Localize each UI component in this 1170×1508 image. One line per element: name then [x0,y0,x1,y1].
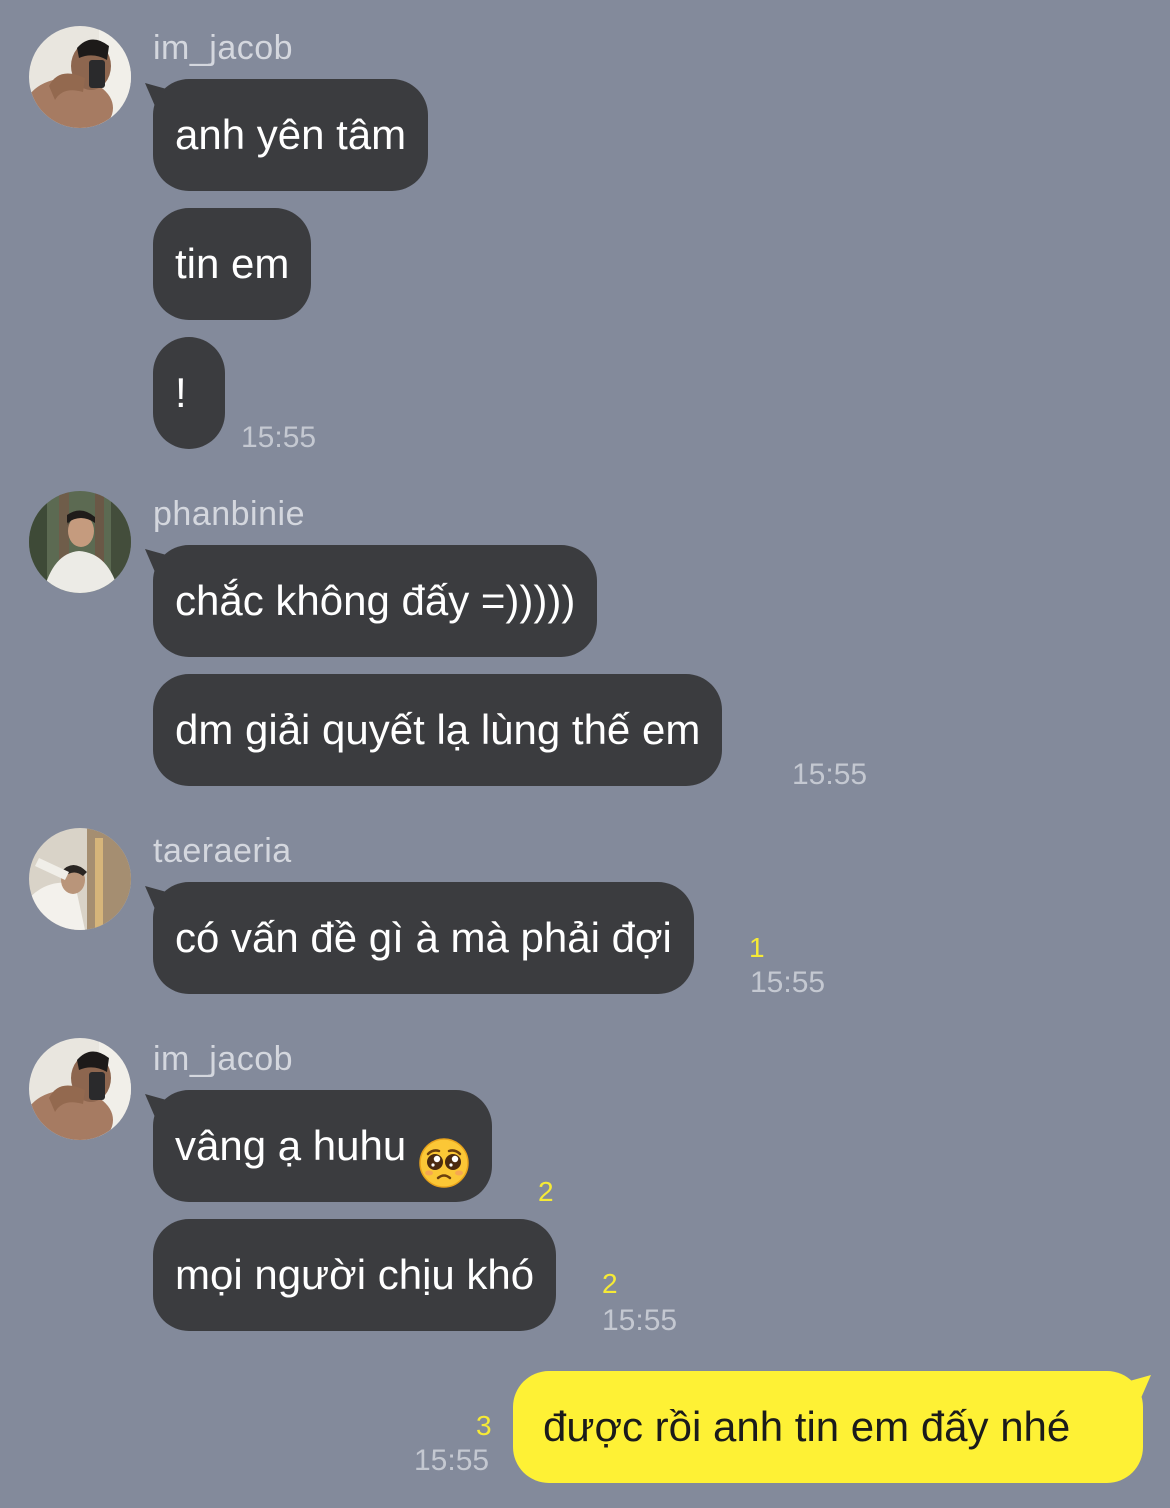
message-timestamp: 15:55 [602,1304,678,1337]
sender-name: im_jacob [153,29,294,67]
unread-count: 1 [749,932,765,963]
outgoing-message-bubble[interactable]: được rồi anh tin em đấy nhé [513,1371,1143,1483]
unread-count: 2 [538,1176,554,1207]
message-bubble[interactable]: dm giải quyết lạ lùng thế em [153,674,723,786]
message-bubble[interactable]: vâng ạ huhu [153,1090,492,1202]
sender-name: taeraeria [153,832,292,870]
message-bubble[interactable]: có vấn đề gì à mà phải đợi [153,882,694,994]
message-timestamp: 15:55 [792,758,868,791]
avatar-taeraeria[interactable] [29,828,131,930]
message-text: vâng ạ huhu [175,1122,407,1169]
message-bubble[interactable]: chắc không đấy =))))) [153,545,598,657]
unread-count: 3 [476,1410,492,1441]
avatar-phanbinie[interactable] [29,491,131,593]
message-bubble[interactable]: mọi người chịu khó [153,1219,557,1331]
message-timestamp: 15:55 [750,966,826,999]
pleading-face-emoji-icon [418,1119,470,1188]
avatar-im-jacob[interactable] [29,1038,131,1140]
message-bubble[interactable]: anh yên tâm [153,79,429,191]
message-timestamp: 15:55 [414,1444,490,1477]
message-bubble[interactable]: tin em [153,208,312,320]
unread-count: 2 [602,1268,618,1299]
message-bubble[interactable]: ! [153,337,225,449]
message-timestamp: 15:55 [241,421,317,454]
avatar-im-jacob[interactable] [29,26,131,128]
sender-name: im_jacob [153,1040,294,1078]
sender-name: phanbinie [153,495,305,533]
